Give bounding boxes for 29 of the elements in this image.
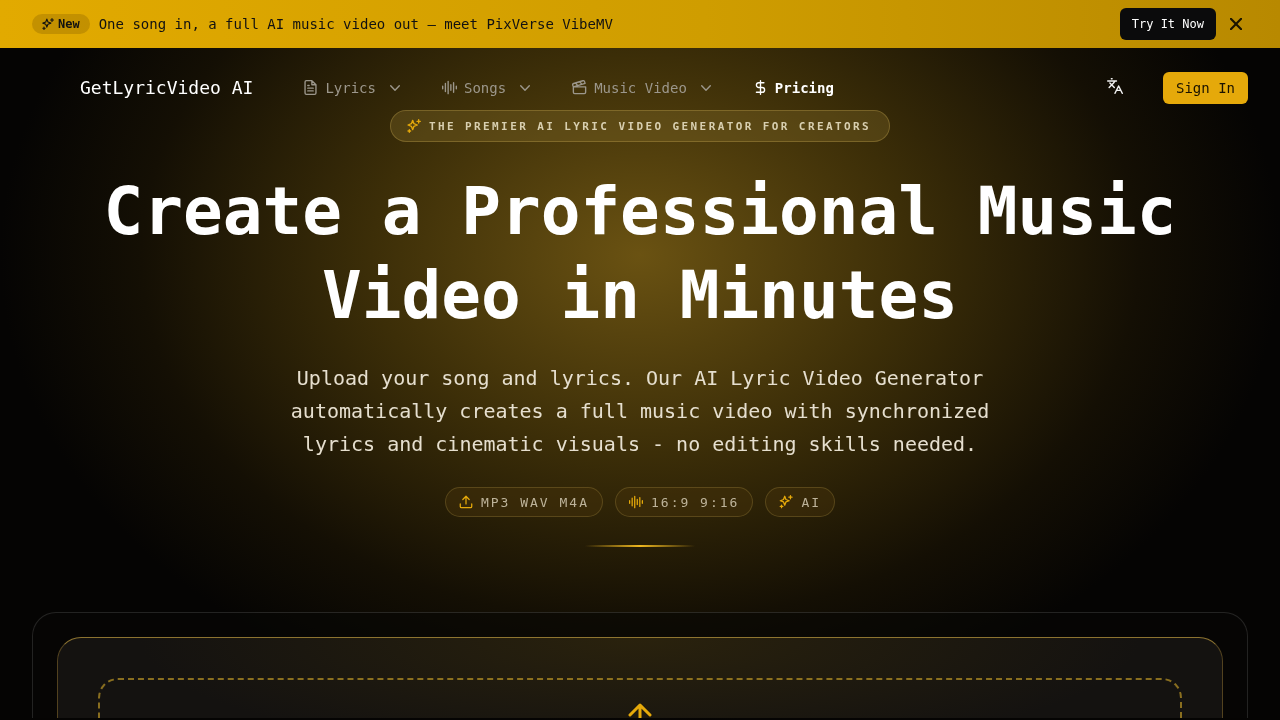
badge-label: New (58, 17, 80, 31)
announcement-text: One song in, a full AI music video out — meet PixVerse VibeMV (98, 16, 613, 32)
chip-label: AI (801, 494, 822, 510)
chip-label: MP3 WAV M4A (480, 494, 589, 510)
tagline-text: THE PREMIER AI LYRIC VIDEO GENERATOR FOR CREATORS (428, 119, 872, 133)
hero-description: Upload your song and lyrics. Our AI Lyric Video Generator automatically creates a full music video with synchronized lyrics and cinematic visuals - no editing skills needed. (289, 365, 991, 458)
chip-label: 16:9 9:16 (651, 494, 740, 510)
translate-icon (1107, 77, 1123, 94)
clapperboard-icon (572, 80, 588, 95)
document-icon (303, 80, 319, 95)
close-icon (1230, 18, 1242, 30)
hero-title: Create a Professional Music Video in Minutes (102, 172, 1178, 336)
waveform-icon (441, 80, 457, 95)
nav-link[interactable]: Songs (441, 79, 531, 96)
language-button[interactable] (1107, 77, 1123, 94)
sparkle-icon (42, 18, 54, 30)
arrow-up-icon (627, 702, 653, 718)
upload-icon (458, 495, 473, 509)
try-it-now-button[interactable]: Try It Now (1119, 8, 1216, 40)
nav-link[interactable]: Lyrics (303, 79, 400, 96)
logo-text[interactable]: GetLyricVideo AI (80, 77, 254, 98)
sparkle-icon (406, 119, 421, 133)
nav-link[interactable]: Pricing (752, 79, 834, 96)
nav-link[interactable]: Music Video (572, 79, 711, 96)
close-button[interactable] (1228, 16, 1244, 32)
drop-zone[interactable] (98, 678, 1182, 718)
sign-in-button[interactable]: Sign In (1163, 71, 1248, 104)
waveform-icon (629, 495, 643, 509)
sparkle-icon (779, 495, 794, 509)
